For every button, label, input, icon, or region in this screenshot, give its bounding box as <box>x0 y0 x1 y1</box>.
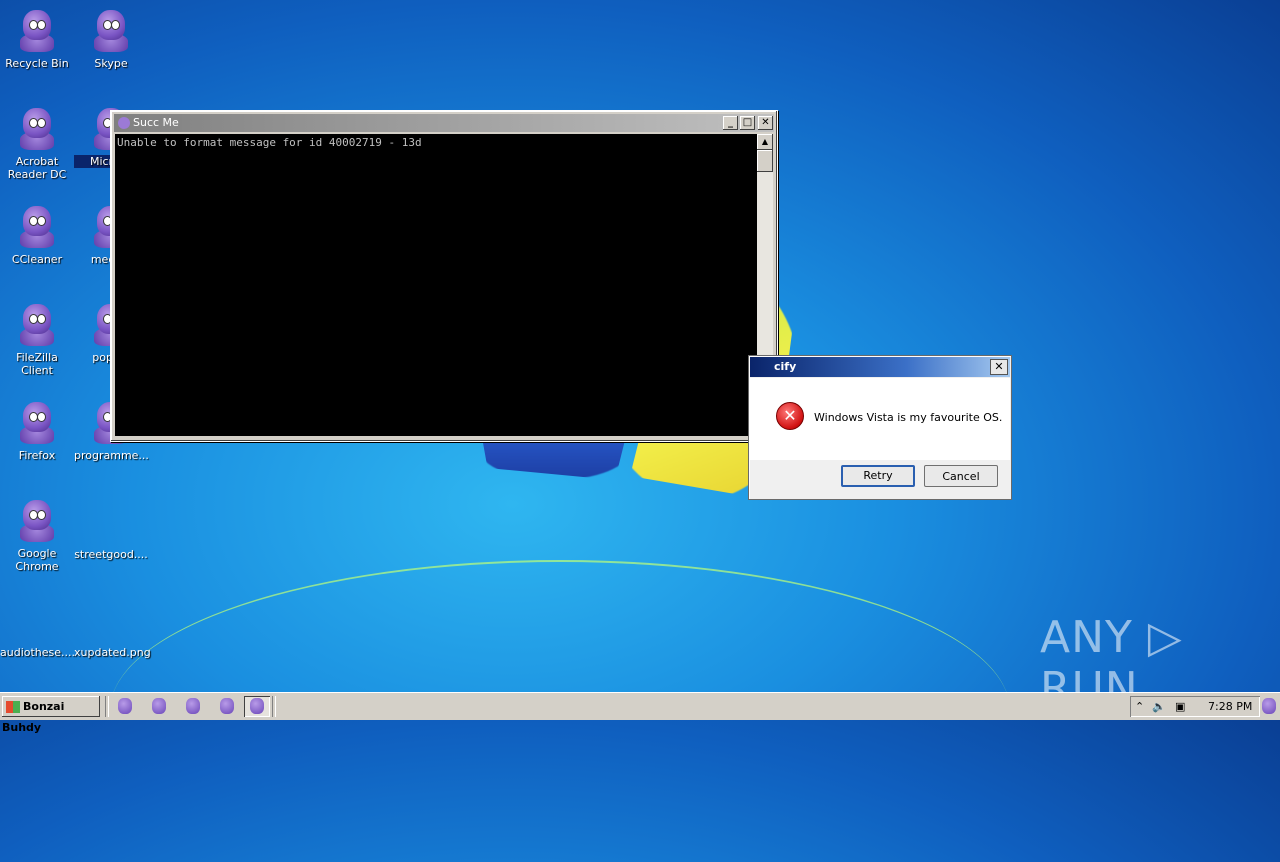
desktop-icon-firefox[interactable]: Firefox <box>0 400 74 462</box>
start-button[interactable]: Bonzai Buhdy <box>2 696 100 734</box>
bonzi-icon <box>118 117 130 129</box>
volume-icon[interactable]: 🔈 <box>1152 700 1166 713</box>
console-window[interactable]: Succ Me _ □ ✕ Unable to format message f… <box>110 110 778 442</box>
desktop-icon-acrobat[interactable]: Acrobat Reader DC <box>0 106 74 181</box>
quicklaunch-item[interactable] <box>214 696 240 717</box>
bonzi-icon <box>1262 698 1276 714</box>
minimize-button[interactable]: _ <box>723 116 738 130</box>
close-button[interactable]: ✕ <box>758 116 773 130</box>
desktop-icon-skype[interactable]: Skype <box>74 8 148 70</box>
bonzi-icon <box>152 698 166 714</box>
desktop-icon-xupdated[interactable]: xupdated.png <box>74 646 151 659</box>
bonzi-icon <box>17 302 57 348</box>
taskbar-separator <box>105 696 109 717</box>
quicklaunch-item[interactable] <box>146 696 172 717</box>
chevron-up-icon[interactable]: ⌃ <box>1135 700 1144 713</box>
desktop-icon-audiothese[interactable]: audiothese.... <box>0 646 76 659</box>
message-text: Windows Vista is my favourite OS. <box>814 411 1003 424</box>
bonzi-icon <box>250 698 264 714</box>
bonzi-icon <box>17 400 57 446</box>
system-tray: ⌃ 🔈 ▣ 7:28 PM <box>1130 696 1260 717</box>
desktop-icon-label: FileZilla Client <box>16 351 58 377</box>
desktop-icon-label: Firefox <box>18 449 56 462</box>
clock[interactable]: 7:28 PM <box>1208 700 1252 713</box>
console-titlebar[interactable]: Succ Me _ □ ✕ <box>114 114 774 132</box>
bonzi-icon <box>17 498 57 544</box>
desktop-icon-recycle-bin[interactable]: Recycle Bin <box>0 8 74 70</box>
bonzi-icon <box>220 698 234 714</box>
error-icon: ✕ <box>776 402 804 430</box>
bonzi-icon <box>118 698 132 714</box>
bonzi-icon <box>17 204 57 250</box>
message-box-close-button[interactable]: ✕ <box>990 359 1008 375</box>
scroll-up-icon[interactable]: ▲ <box>757 134 773 150</box>
scroll-thumb[interactable] <box>757 150 773 172</box>
desktop-icon-label: programme... <box>74 449 149 462</box>
bonzi-icon <box>186 698 200 714</box>
desktop-icon-ccleaner[interactable]: CCleaner <box>0 204 74 266</box>
message-box[interactable]: cify ✕ ✕ Windows Vista is my favourite O… <box>748 355 1012 500</box>
desktop-icon-label: Google Chrome <box>15 547 59 573</box>
taskbar-item-active[interactable] <box>244 696 270 717</box>
message-box-content: ✕ Windows Vista is my favourite OS. <box>750 378 1010 460</box>
network-icon[interactable]: ▣ <box>1175 700 1185 713</box>
bonzi-icon <box>17 8 57 54</box>
bonzi-icon <box>91 8 131 54</box>
windows-logo-icon <box>6 701 20 713</box>
message-box-title[interactable]: cify <box>750 357 1010 377</box>
cancel-button[interactable]: Cancel <box>924 465 998 487</box>
desktop-icon-label: streetgood.... <box>74 548 148 561</box>
desktop-icon-filezilla[interactable]: FileZilla Client <box>0 302 74 377</box>
desktop-icon-label: Skype <box>94 57 128 70</box>
desktop-icon-google-chrome[interactable]: Google Chrome <box>0 498 74 573</box>
desktop-icon-label: xupdated.png <box>74 646 151 659</box>
quicklaunch-item[interactable] <box>180 696 206 717</box>
desktop-icon-streetgood[interactable]: streetgood.... <box>74 548 148 561</box>
console-output[interactable]: Unable to format message for id 40002719… <box>115 134 757 436</box>
taskbar: Bonzai Buhdy ⌃ 🔈 ▣ 7:28 PM <box>0 692 1280 734</box>
desktop-icon-label: CCleaner <box>11 253 63 266</box>
console-title: Succ Me <box>133 116 179 129</box>
bonzi-icon <box>17 106 57 152</box>
desktop-icon-label: Recycle Bin <box>5 57 69 70</box>
quicklaunch-item[interactable] <box>112 696 138 717</box>
desktop-icon-label: audiothese.... <box>0 646 76 659</box>
tray-app-item[interactable] <box>1260 696 1278 717</box>
retry-button[interactable]: Retry <box>841 465 915 487</box>
maximize-button[interactable]: □ <box>740 116 755 130</box>
taskbar-separator <box>272 696 276 717</box>
desktop-icon-label: Acrobat Reader DC <box>7 155 67 181</box>
